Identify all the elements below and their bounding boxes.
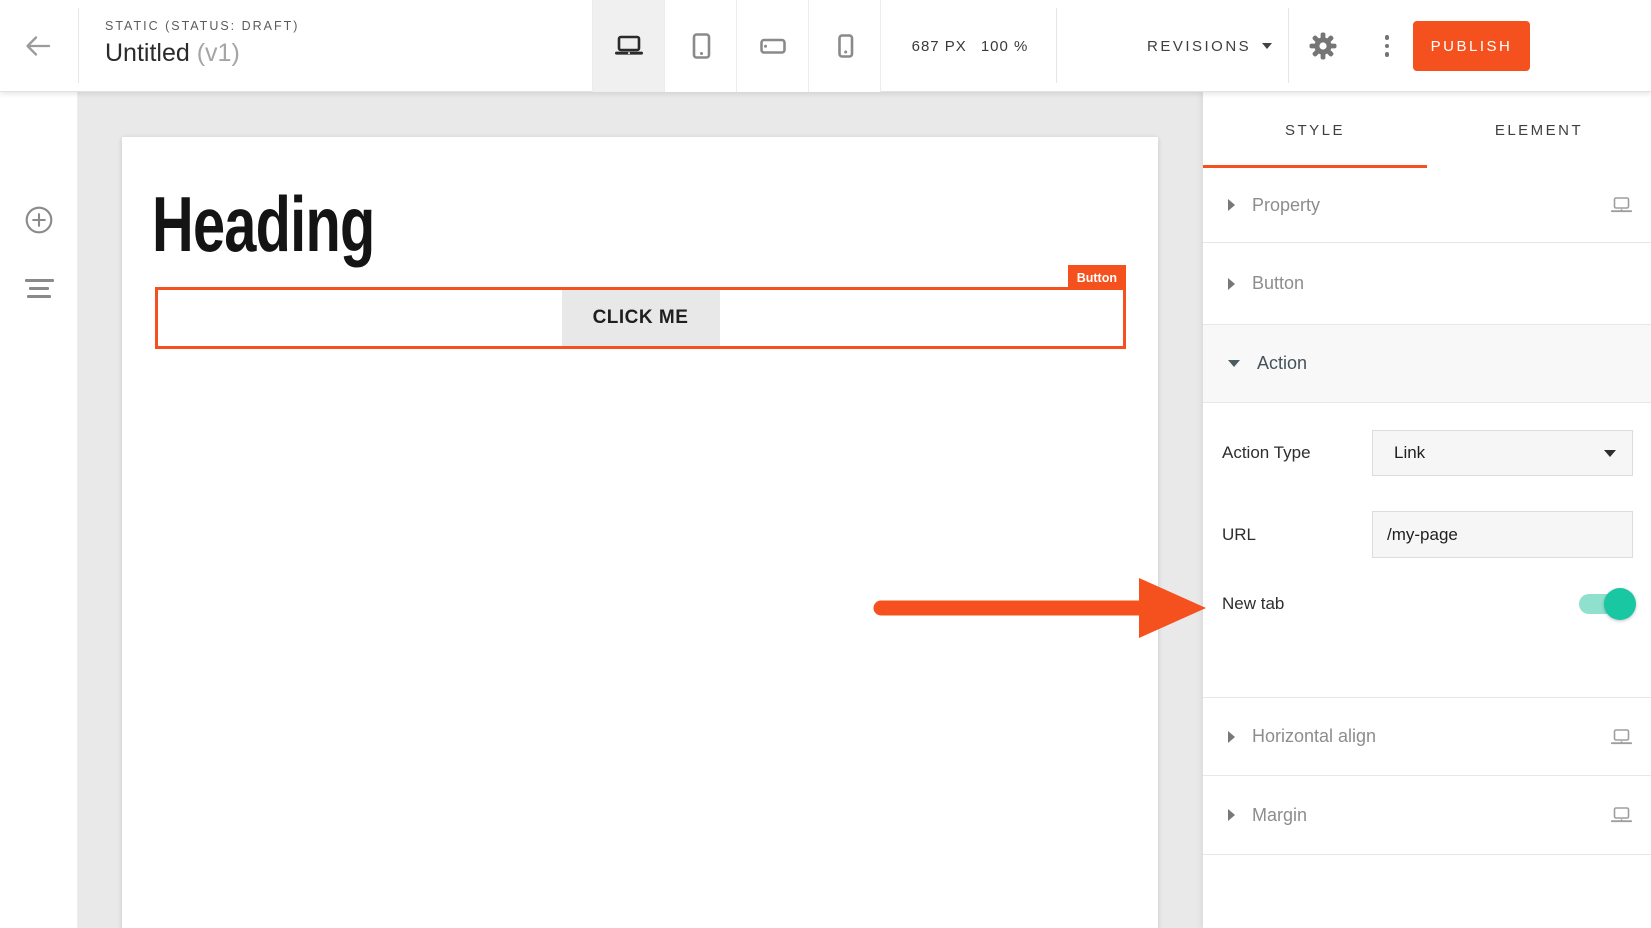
section-label: Margin	[1252, 805, 1307, 826]
tab-element[interactable]: ELEMENT	[1427, 92, 1651, 168]
responsive-laptop-icon[interactable]	[1610, 806, 1633, 824]
chevron-down-icon	[1228, 360, 1240, 367]
add-circle-icon	[24, 205, 54, 235]
section-button[interactable]: Button	[1203, 243, 1651, 325]
back-button[interactable]	[20, 29, 56, 63]
top-toolbar: STATIC (STATUS: DRAFT) Untitled (v1)	[0, 0, 1651, 92]
click-me-button[interactable]: CLICK ME	[562, 290, 720, 346]
device-phone-portrait-button[interactable]	[809, 0, 881, 92]
section-margin[interactable]: Margin	[1203, 776, 1651, 855]
new-tab-toggle[interactable]	[1579, 594, 1633, 614]
viewport-width-value: 687 PX	[912, 38, 967, 55]
section-property[interactable]: Property	[1203, 168, 1651, 243]
gear-icon	[1308, 31, 1338, 61]
action-type-select[interactable]: Link	[1372, 430, 1633, 476]
page-builder-app: STATIC (STATUS: DRAFT) Untitled (v1)	[0, 0, 1651, 928]
document-name: Untitled	[105, 39, 190, 67]
selected-button-element[interactable]: Button CLICK ME	[155, 287, 1126, 349]
section-label: Property	[1252, 195, 1320, 216]
inspector-panel: STYLE ELEMENT Property Button Action	[1203, 92, 1651, 928]
kebab-dot	[1385, 35, 1390, 40]
chevron-right-icon	[1228, 731, 1235, 743]
chevron-down-icon	[1604, 450, 1616, 457]
add-element-button[interactable]	[0, 198, 78, 242]
arrow-left-icon	[22, 31, 54, 61]
action-type-field: Action Type Link	[1222, 430, 1633, 476]
heading-element[interactable]: Heading	[152, 185, 375, 263]
url-field: URL	[1222, 511, 1633, 558]
device-tablet-button[interactable]	[665, 0, 737, 92]
device-desktop-button[interactable]	[593, 0, 665, 92]
divider	[1056, 8, 1057, 83]
tablet-icon	[686, 31, 716, 61]
device-phone-landscape-button[interactable]	[737, 0, 809, 92]
new-tab-field: New tab	[1222, 578, 1633, 630]
page-artboard: Heading Button CLICK ME	[122, 137, 1158, 928]
document-title-block: STATIC (STATUS: DRAFT) Untitled (v1)	[105, 19, 299, 68]
section-label: Button	[1252, 273, 1304, 294]
responsive-laptop-icon[interactable]	[1610, 196, 1633, 214]
action-section-body: Action Type Link URL New tab	[1203, 403, 1651, 697]
zoom-level-value: 100 %	[981, 38, 1029, 55]
divider	[78, 8, 79, 83]
chevron-right-icon	[1228, 278, 1235, 290]
action-type-value: Link	[1394, 443, 1425, 463]
document-version: (v1)	[197, 39, 240, 67]
layers-icon	[25, 279, 54, 298]
phone-landscape-icon	[758, 31, 788, 61]
laptop-icon	[612, 31, 646, 61]
url-input[interactable]	[1372, 511, 1633, 558]
left-tool-sidebar	[0, 92, 78, 928]
action-type-label: Action Type	[1222, 443, 1372, 463]
editor-canvas: Heading Button CLICK ME	[78, 92, 1203, 928]
selection-tag: Button	[1068, 265, 1126, 290]
chevron-right-icon	[1228, 199, 1235, 211]
toggle-knob	[1604, 588, 1636, 620]
device-preview-switcher	[592, 0, 881, 92]
section-horizontal-align[interactable]: Horizontal align	[1203, 697, 1651, 776]
tab-style[interactable]: STYLE	[1203, 92, 1427, 168]
revisions-dropdown-button[interactable]: REVISIONS	[1147, 0, 1272, 92]
viewport-info: 687 PX 100 %	[884, 0, 1056, 92]
responsive-laptop-icon[interactable]	[1610, 728, 1633, 746]
new-tab-label: New tab	[1222, 594, 1372, 614]
revisions-label: REVISIONS	[1147, 38, 1251, 55]
inspector-tabs: STYLE ELEMENT	[1203, 92, 1651, 168]
settings-button[interactable]	[1308, 31, 1338, 61]
chevron-right-icon	[1228, 809, 1235, 821]
divider	[1288, 8, 1289, 83]
more-options-button[interactable]	[1379, 30, 1395, 62]
section-label: Action	[1257, 353, 1307, 374]
publish-button[interactable]: PUBLISH	[1413, 21, 1530, 71]
layers-tree-button[interactable]	[0, 266, 78, 310]
kebab-dot	[1385, 52, 1390, 57]
section-action[interactable]: Action	[1203, 325, 1651, 403]
url-label: URL	[1222, 525, 1372, 545]
document-title: Untitled (v1)	[105, 39, 299, 68]
phone-portrait-icon	[830, 31, 860, 61]
kebab-dot	[1385, 44, 1390, 49]
document-status: STATIC (STATUS: DRAFT)	[105, 19, 299, 33]
section-label: Horizontal align	[1252, 726, 1376, 747]
chevron-down-icon	[1262, 43, 1272, 49]
